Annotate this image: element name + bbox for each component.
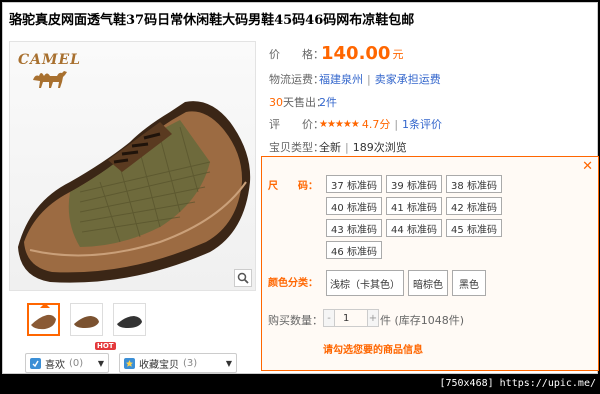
product-main-image[interactable]: CAMEL — [9, 41, 256, 291]
rating-count-link[interactable]: 1条评价 — [402, 116, 442, 132]
separator: | — [367, 72, 371, 86]
size-option[interactable]: 38 标准码 — [446, 175, 502, 193]
quantity-stepper: - 1 + — [323, 309, 379, 327]
type-value: 全新 — [319, 141, 341, 154]
hot-badge: HOT — [95, 342, 116, 350]
color-label: 颜色分类： — [268, 278, 318, 289]
thumbnail-side[interactable] — [70, 303, 103, 336]
quantity-input[interactable]: 1 — [335, 309, 367, 327]
thumbnail-list — [27, 303, 146, 336]
size-option[interactable]: 46 标准码 — [326, 241, 382, 259]
price-value: 140.00 — [321, 43, 391, 64]
like-icon — [30, 357, 41, 369]
chevron-down-icon: ▼ — [225, 358, 232, 368]
shipping-location[interactable]: 福建泉州 — [319, 71, 363, 87]
favorite-count: (3) — [183, 357, 198, 369]
size-option[interactable]: 40 标准码 — [326, 197, 382, 215]
favorite-button[interactable]: 收藏宝贝 (3) ▼ — [119, 353, 237, 373]
favorite-icon — [124, 357, 135, 369]
price-unit: 元 — [392, 47, 404, 61]
color-option[interactable]: 浅棕（卡其色） — [326, 270, 404, 296]
separator: | — [345, 140, 349, 154]
quantity-minus-button[interactable]: - — [323, 309, 335, 327]
rating-label: 评 价： — [269, 118, 324, 131]
zoom-button[interactable] — [234, 269, 252, 287]
shoe-thumb-black — [117, 316, 142, 328]
sales-row: 30天售出： 2件 — [269, 94, 337, 110]
size-option[interactable]: 45 标准码 — [446, 219, 502, 237]
views-count: 189次浏览 — [352, 141, 407, 154]
sku-panel: ✕ 尺 码： 37 标准码 39 标准码 38 标准码 40 标准码 41 标准… — [261, 156, 599, 371]
product-title: 骆驼真皮网面透气鞋37码日常休闲鞋大码男鞋45码46码网布凉鞋包邮 — [9, 13, 415, 28]
quantity-plus-button[interactable]: + — [367, 309, 379, 327]
like-label: 喜欢 — [45, 359, 65, 371]
shoe-thumb-side — [74, 316, 99, 328]
shipping-fee[interactable]: 卖家承担运费 — [375, 71, 441, 87]
watermark: [750x468] https://upic.me/ — [439, 378, 596, 389]
shoe-thumb-brown — [31, 314, 56, 330]
like-count: (0) — [69, 357, 84, 369]
price-row: 价 格： 140.00 元 — [269, 43, 403, 64]
rating-row: 评 价： ★★★★★ 4.7分 | 1条评价 — [269, 116, 442, 132]
sales-label: 30天售出： — [269, 94, 327, 110]
like-button[interactable]: 喜欢 (0) ▼ — [25, 353, 109, 373]
size-option[interactable]: 43 标准码 — [326, 219, 382, 237]
select-hint: 请勾选您要的商品信息 — [323, 345, 423, 356]
page-frame: 骆驼真皮网面透气鞋37码日常休闲鞋大码男鞋45码46码网布凉鞋包邮 CAMEL — [2, 2, 599, 374]
type-row: 宝贝类型： 全新 | 189次浏览 — [269, 139, 407, 155]
separator: | — [394, 117, 399, 131]
shipping-row: 物流运费： 福建泉州 | 卖家承担运费 — [269, 71, 441, 87]
size-option[interactable]: 41 标准码 — [386, 197, 442, 215]
size-label: 尺 码： — [268, 181, 318, 192]
sales-days: 30 — [269, 96, 283, 109]
thumbnail-brown[interactable] — [27, 303, 60, 336]
size-option[interactable]: 39 标准码 — [386, 175, 442, 193]
rating-stars: ★★★★★ — [319, 118, 360, 130]
rating-score: 4.7分 — [361, 118, 391, 131]
favorite-label: 收藏宝贝 — [139, 359, 179, 371]
size-option[interactable]: 44 标准码 — [386, 219, 442, 237]
type-label: 宝贝类型： — [269, 141, 324, 154]
chevron-down-icon: ▼ — [97, 358, 104, 368]
shoe-image — [18, 101, 251, 283]
sales-value[interactable]: 2件 — [319, 94, 337, 110]
magnifier-icon — [237, 272, 249, 284]
color-option[interactable]: 暗棕色 — [408, 270, 448, 296]
close-icon[interactable]: ✕ — [582, 159, 593, 174]
size-option[interactable]: 42 标准码 — [446, 197, 502, 215]
quantity-label: 购买数量： — [268, 314, 323, 327]
thumbnail-black[interactable] — [113, 303, 146, 336]
color-option[interactable]: 黑色 — [452, 270, 486, 296]
price-label: 价 格： — [269, 47, 324, 61]
stock-text: 件 (库存1048件) — [380, 314, 465, 327]
shipping-label: 物流运费： — [269, 73, 324, 86]
size-option[interactable]: 37 标准码 — [326, 175, 382, 193]
